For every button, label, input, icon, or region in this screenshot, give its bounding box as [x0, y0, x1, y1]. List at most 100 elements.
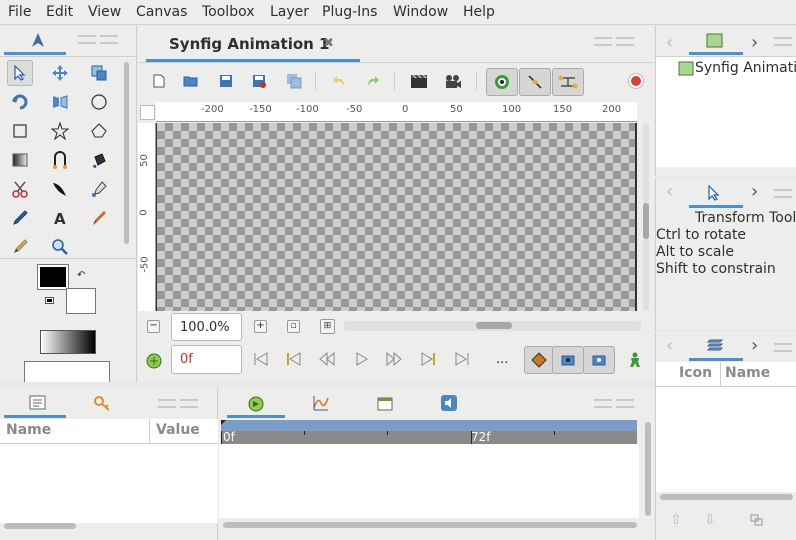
time-more-button[interactable]: ...: [496, 352, 508, 367]
zoom-out-icon[interactable]: −: [147, 320, 160, 333]
prev-keyframe-icon[interactable]: [281, 346, 307, 372]
panel-next-icon[interactable]: ›: [751, 335, 758, 356]
timebar-ruler[interactable]: [221, 431, 637, 444]
reset-colors-icon[interactable]: [45, 297, 54, 304]
zoom-tool-icon[interactable]: [47, 234, 73, 260]
canvas-browser-tab-icon[interactable]: [706, 33, 724, 53]
rotate-tool-icon[interactable]: [7, 89, 33, 115]
panel-prev-icon[interactable]: ‹: [666, 181, 673, 202]
zoom-field[interactable]: 100.0%: [171, 313, 242, 341]
fill-color-swatch[interactable]: [66, 288, 96, 314]
gradient-tool-icon[interactable]: [7, 147, 33, 173]
width-tool-icon[interactable]: [47, 176, 73, 202]
duplicate-layer-icon[interactable]: [750, 514, 764, 530]
show-bline-icon[interactable]: [552, 68, 584, 96]
onion-skin-future-icon[interactable]: [583, 346, 615, 374]
eyedrop-tool-icon[interactable]: [86, 176, 112, 202]
panel-drag-handle[interactable]: [774, 340, 796, 356]
menu-window[interactable]: Window: [393, 4, 448, 20]
brush-tool-icon[interactable]: [86, 205, 112, 231]
menu-view[interactable]: View: [88, 4, 121, 20]
draw-tool-icon[interactable]: [7, 205, 33, 231]
mirror-tool-icon[interactable]: [47, 89, 73, 115]
lower-layer-icon[interactable]: ⇩: [704, 512, 716, 528]
panel-drag-handle[interactable]: [594, 34, 636, 50]
next-keyframe-icon[interactable]: [415, 346, 441, 372]
toolbox-tab-icon[interactable]: [28, 32, 48, 54]
panel-next-icon[interactable]: ›: [751, 32, 758, 53]
params-tab-icon[interactable]: [29, 395, 47, 415]
params-column-value[interactable]: Value: [156, 422, 200, 438]
library-tab-icon[interactable]: [93, 395, 111, 415]
canvas-workarea[interactable]: [156, 123, 637, 311]
scale-tool-icon[interactable]: [86, 60, 112, 86]
animation-mode-icon[interactable]: [145, 352, 163, 374]
canvas-browser-item[interactable]: Synfig Animation 1: [695, 60, 796, 76]
raise-layer-icon[interactable]: ⇧: [670, 512, 682, 528]
render-icon[interactable]: [406, 68, 432, 94]
menu-edit[interactable]: Edit: [46, 4, 73, 20]
menu-help[interactable]: Help: [463, 4, 495, 20]
onion-skin-past-icon[interactable]: [552, 346, 584, 374]
menu-plugins[interactable]: Plug-Ins: [322, 4, 377, 20]
menu-canvas[interactable]: Canvas: [136, 4, 187, 20]
star-tool-icon[interactable]: [47, 118, 73, 144]
menu-toolbox[interactable]: Toolbox: [202, 4, 255, 20]
time-cursor-marker[interactable]: [221, 420, 226, 425]
layers-tab-icon[interactable]: [706, 338, 724, 358]
show-tangents-icon[interactable]: [519, 68, 551, 96]
preview-icon[interactable]: [440, 68, 466, 94]
toolbox-scrollbar[interactable]: [124, 62, 129, 244]
panel-drag-handle[interactable]: [158, 396, 200, 412]
close-tab-icon[interactable]: ✖: [323, 36, 334, 51]
seek-end-icon[interactable]: [449, 346, 475, 372]
sound-tab-icon[interactable]: [440, 394, 458, 416]
panel-next-icon[interactable]: ›: [751, 181, 758, 202]
zoom-fit-icon[interactable]: ▫: [287, 320, 300, 333]
params-hscroll[interactable]: [4, 523, 76, 529]
canvas-vscroll[interactable]: [643, 123, 649, 311]
save-icon[interactable]: [213, 68, 239, 94]
ruler-corner[interactable]: [140, 105, 155, 120]
polygon-tool-icon[interactable]: [86, 118, 112, 144]
timetrack-hscroll[interactable]: [223, 522, 637, 528]
transform-tool-icon[interactable]: [7, 60, 33, 86]
show-handles-icon[interactable]: [486, 68, 518, 96]
fill-tool-icon[interactable]: [86, 147, 112, 173]
current-time-field[interactable]: 0f: [171, 345, 242, 374]
keyframes-tab-icon[interactable]: [376, 394, 394, 416]
save-as-icon[interactable]: [246, 68, 272, 94]
menu-file[interactable]: File: [8, 4, 31, 20]
canvas-hscroll[interactable]: [344, 321, 641, 331]
panel-drag-handle[interactable]: [78, 32, 120, 48]
prev-frame-icon[interactable]: [314, 346, 340, 372]
zoom-100-icon[interactable]: ⊞: [320, 319, 335, 334]
outline-color-swatch[interactable]: [37, 264, 69, 290]
cutout-tool-icon[interactable]: [7, 176, 33, 202]
layers-hscroll[interactable]: [660, 494, 793, 500]
menu-layer[interactable]: Layer: [270, 4, 309, 20]
panel-prev-icon[interactable]: ‹: [666, 335, 673, 356]
toggle-keyframe-lock-icon[interactable]: [524, 346, 554, 374]
document-tab-title[interactable]: Synfig Animation 1: [169, 35, 329, 53]
panel-drag-handle[interactable]: [774, 34, 796, 50]
panel-drag-handle[interactable]: [774, 186, 796, 202]
animation-character-icon[interactable]: [628, 352, 642, 372]
layers-column-name[interactable]: Name: [725, 365, 770, 381]
redo-icon[interactable]: [360, 68, 386, 94]
timebar-range[interactable]: [221, 420, 637, 431]
swap-colors-icon[interactable]: ↶: [77, 270, 85, 281]
smooth-move-tool-icon[interactable]: [47, 60, 73, 86]
undo-icon[interactable]: [326, 68, 352, 94]
sketch-tool-icon[interactable]: [7, 234, 33, 260]
timetrack-tab-icon[interactable]: [247, 395, 265, 417]
circle-tool-icon[interactable]: [86, 89, 112, 115]
save-all-icon[interactable]: [281, 68, 307, 94]
next-frame-icon[interactable]: [381, 346, 407, 372]
play-icon[interactable]: [348, 346, 374, 372]
record-icon[interactable]: [628, 73, 644, 89]
text-tool-icon[interactable]: A: [47, 205, 73, 231]
rectangle-tool-icon[interactable]: [7, 118, 33, 144]
layers-column-icon[interactable]: Icon: [679, 365, 712, 381]
zoom-in-icon[interactable]: +: [254, 320, 267, 333]
